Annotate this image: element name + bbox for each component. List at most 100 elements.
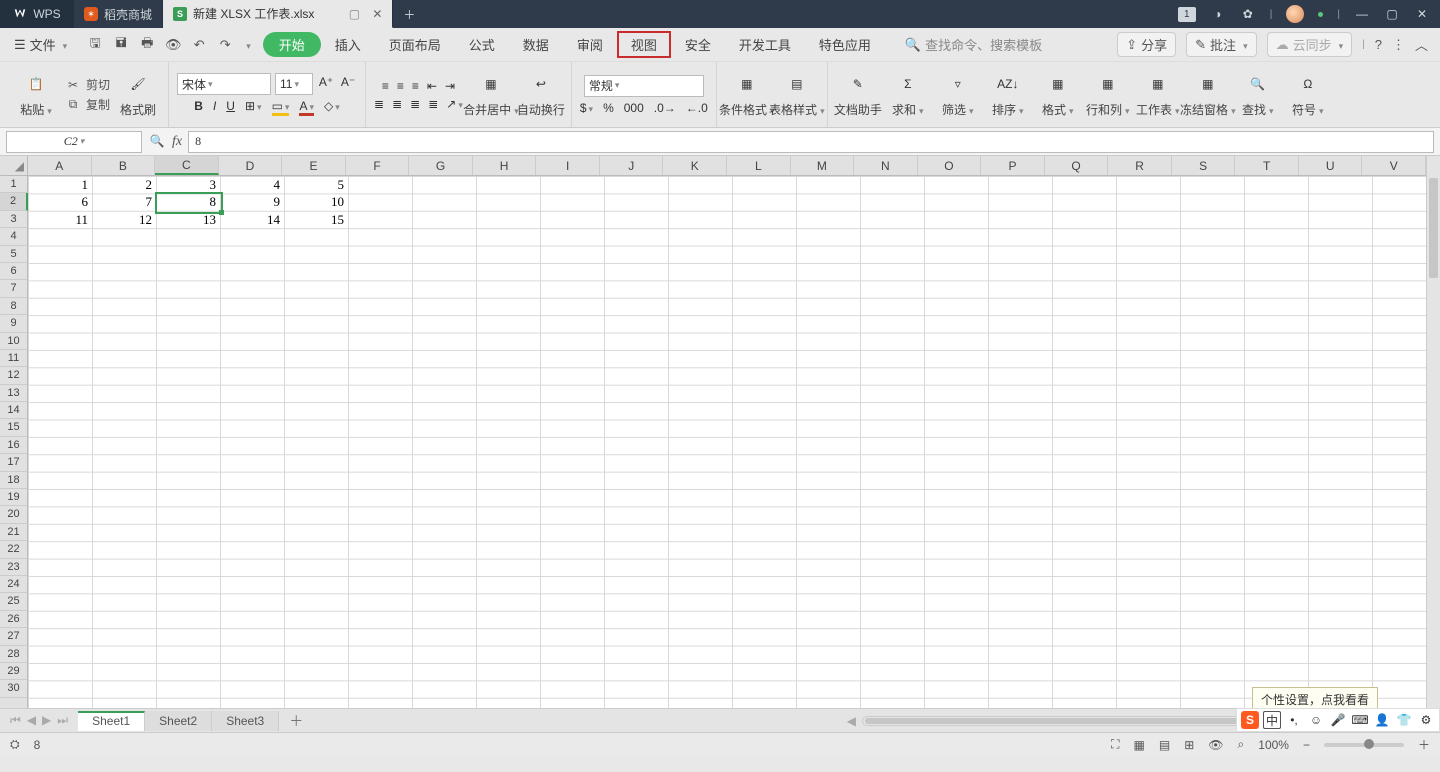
fullscreen-icon[interactable]: ⛶ bbox=[1111, 737, 1119, 752]
col-header-E[interactable]: E bbox=[282, 156, 346, 175]
row-header-6[interactable]: 6 bbox=[0, 263, 27, 280]
decrease-decimal-icon[interactable]: ←.0 bbox=[686, 101, 708, 115]
zoom-to-selection-icon[interactable]: ⌕ bbox=[1238, 737, 1245, 752]
underline-button[interactable]: U bbox=[226, 99, 235, 116]
font-name-select[interactable]: 宋体 bbox=[177, 73, 271, 95]
worksheet-button[interactable]: ▦工作表 bbox=[1136, 71, 1180, 118]
qat-more-icon[interactable] bbox=[243, 37, 251, 52]
annotate-button[interactable]: ✎ 批注 bbox=[1186, 32, 1256, 57]
tab-review[interactable]: 审阅 bbox=[563, 31, 617, 58]
col-header-G[interactable]: G bbox=[409, 156, 473, 175]
decrease-font-icon[interactable]: A⁻ bbox=[339, 73, 357, 91]
row-header-14[interactable]: 14 bbox=[0, 402, 27, 419]
increase-font-icon[interactable]: A⁺ bbox=[317, 73, 335, 91]
hscroll-left-icon[interactable]: ◀ bbox=[847, 714, 862, 728]
increase-indent-icon[interactable]: ⇥ bbox=[445, 79, 455, 93]
row-header-16[interactable]: 16 bbox=[0, 437, 27, 454]
align-center-icon[interactable]: ≣ bbox=[392, 97, 402, 111]
tab-view[interactable]: 视图 bbox=[617, 31, 671, 58]
row-header-25[interactable]: 25 bbox=[0, 593, 27, 610]
clear-format-button[interactable]: ◇ bbox=[324, 99, 340, 116]
col-header-P[interactable]: P bbox=[981, 156, 1045, 175]
tab-dev[interactable]: 开发工具 bbox=[725, 31, 805, 58]
ime-lang-icon[interactable]: 中 bbox=[1263, 711, 1281, 729]
filter-button[interactable]: ▿筛选 bbox=[936, 71, 980, 118]
close-tab-icon[interactable]: ✕ bbox=[368, 7, 386, 21]
zoom-out-icon[interactable]: − bbox=[1303, 738, 1310, 752]
row-header-1[interactable]: 1 bbox=[0, 176, 27, 193]
cell-E1[interactable]: 5 bbox=[284, 176, 348, 193]
align-top-icon[interactable]: ≡ bbox=[382, 79, 389, 93]
notification-badge[interactable]: 1 bbox=[1178, 7, 1196, 22]
bold-button[interactable]: B bbox=[194, 99, 203, 116]
ime-bar[interactable]: S 中 •, ☺ 🎤 ⌨ 👤 👕 ⚙ bbox=[1236, 708, 1440, 732]
undo-icon[interactable]: ↶ bbox=[191, 37, 207, 53]
auto-wrap-button[interactable]: ↩ 自动换行 bbox=[519, 71, 563, 118]
row-header-23[interactable]: 23 bbox=[0, 559, 27, 576]
save-as-icon[interactable]: 🖬 bbox=[113, 37, 129, 53]
reading-view-icon[interactable]: 👁 bbox=[1208, 738, 1223, 752]
align-middle-icon[interactable]: ≡ bbox=[397, 79, 404, 93]
col-header-M[interactable]: M bbox=[791, 156, 855, 175]
cell-C3[interactable]: 13 bbox=[156, 211, 220, 228]
find-button[interactable]: 🔍查找 bbox=[1236, 71, 1280, 118]
symbol-button[interactable]: Ω符号 bbox=[1286, 71, 1330, 118]
percent-icon[interactable]: % bbox=[603, 101, 614, 115]
col-header-H[interactable]: H bbox=[473, 156, 537, 175]
tab-start[interactable]: 开始 bbox=[263, 32, 321, 57]
col-header-J[interactable]: J bbox=[600, 156, 664, 175]
zoom-formula-icon[interactable]: 🔍 bbox=[148, 133, 166, 151]
tab-special[interactable]: 特色应用 bbox=[805, 31, 885, 58]
sum-button[interactable]: Σ求和 bbox=[886, 71, 930, 118]
merge-center-button[interactable]: ▦ 合并居中 bbox=[469, 71, 513, 118]
col-header-A[interactable]: A bbox=[28, 156, 92, 175]
more-icon[interactable]: ⋮ bbox=[1392, 37, 1405, 53]
tab-formula[interactable]: 公式 bbox=[455, 31, 509, 58]
cell-A1[interactable]: 1 bbox=[28, 176, 92, 193]
row-header-29[interactable]: 29 bbox=[0, 663, 27, 680]
page-break-view-icon[interactable]: ⊞ bbox=[1184, 738, 1194, 752]
font-size-select[interactable]: 11 bbox=[275, 73, 313, 95]
minimize-icon[interactable]: — bbox=[1354, 6, 1370, 22]
paste-button[interactable]: 📋 粘贴 bbox=[14, 71, 58, 118]
column-headers[interactable]: ABCDEFGHIJKLMNOPQRSTUV bbox=[28, 156, 1426, 176]
cell-A3[interactable]: 11 bbox=[28, 211, 92, 228]
col-header-F[interactable]: F bbox=[346, 156, 410, 175]
zoom-level[interactable]: 100% bbox=[1258, 738, 1289, 752]
cell-D3[interactable]: 14 bbox=[220, 211, 284, 228]
row-header-8[interactable]: 8 bbox=[0, 298, 27, 315]
row-header-3[interactable]: 3 bbox=[0, 211, 27, 228]
row-header-7[interactable]: 7 bbox=[0, 280, 27, 297]
row-header-13[interactable]: 13 bbox=[0, 385, 27, 402]
col-header-U[interactable]: U bbox=[1299, 156, 1363, 175]
col-header-B[interactable]: B bbox=[92, 156, 156, 175]
format-button[interactable]: ▦格式 bbox=[1036, 71, 1080, 118]
sheet-nav-last-icon[interactable]: ⏭ bbox=[57, 713, 68, 728]
row-header-10[interactable]: 10 bbox=[0, 333, 27, 350]
add-sheet-button[interactable]: ＋ bbox=[279, 711, 313, 731]
sheet-tab-3[interactable]: Sheet3 bbox=[212, 711, 279, 731]
help-icon[interactable]: ? bbox=[1375, 37, 1382, 52]
row-header-30[interactable]: 30 bbox=[0, 680, 27, 697]
cell-A2[interactable]: 6 bbox=[28, 193, 92, 210]
add-tab-button[interactable]: ＋ bbox=[393, 6, 425, 23]
row-header-28[interactable]: 28 bbox=[0, 646, 27, 663]
col-header-I[interactable]: I bbox=[536, 156, 600, 175]
page-layout-view-icon[interactable]: ▤ bbox=[1159, 738, 1170, 752]
sheet-nav-prev-icon[interactable]: ◀ bbox=[27, 713, 36, 728]
col-header-T[interactable]: T bbox=[1235, 156, 1299, 175]
ime-punct-icon[interactable]: •, bbox=[1285, 711, 1303, 729]
row-header-2[interactable]: 2 bbox=[0, 193, 28, 210]
redo-icon[interactable]: ↷ bbox=[217, 37, 233, 53]
cell-D2[interactable]: 9 bbox=[220, 193, 284, 210]
ime-user-icon[interactable]: 👤 bbox=[1373, 711, 1391, 729]
tab-layout[interactable]: 页面布局 bbox=[375, 31, 455, 58]
tab-insert[interactable]: 插入 bbox=[321, 31, 375, 58]
number-format-select[interactable]: 常规 bbox=[584, 75, 704, 97]
col-header-D[interactable]: D bbox=[219, 156, 283, 175]
row-header-21[interactable]: 21 bbox=[0, 524, 27, 541]
command-search[interactable]: 🔍 查找命令、搜索模板 bbox=[905, 35, 1042, 54]
row-header-17[interactable]: 17 bbox=[0, 454, 27, 471]
tab-data[interactable]: 数据 bbox=[509, 31, 563, 58]
cell-C1[interactable]: 3 bbox=[156, 176, 220, 193]
